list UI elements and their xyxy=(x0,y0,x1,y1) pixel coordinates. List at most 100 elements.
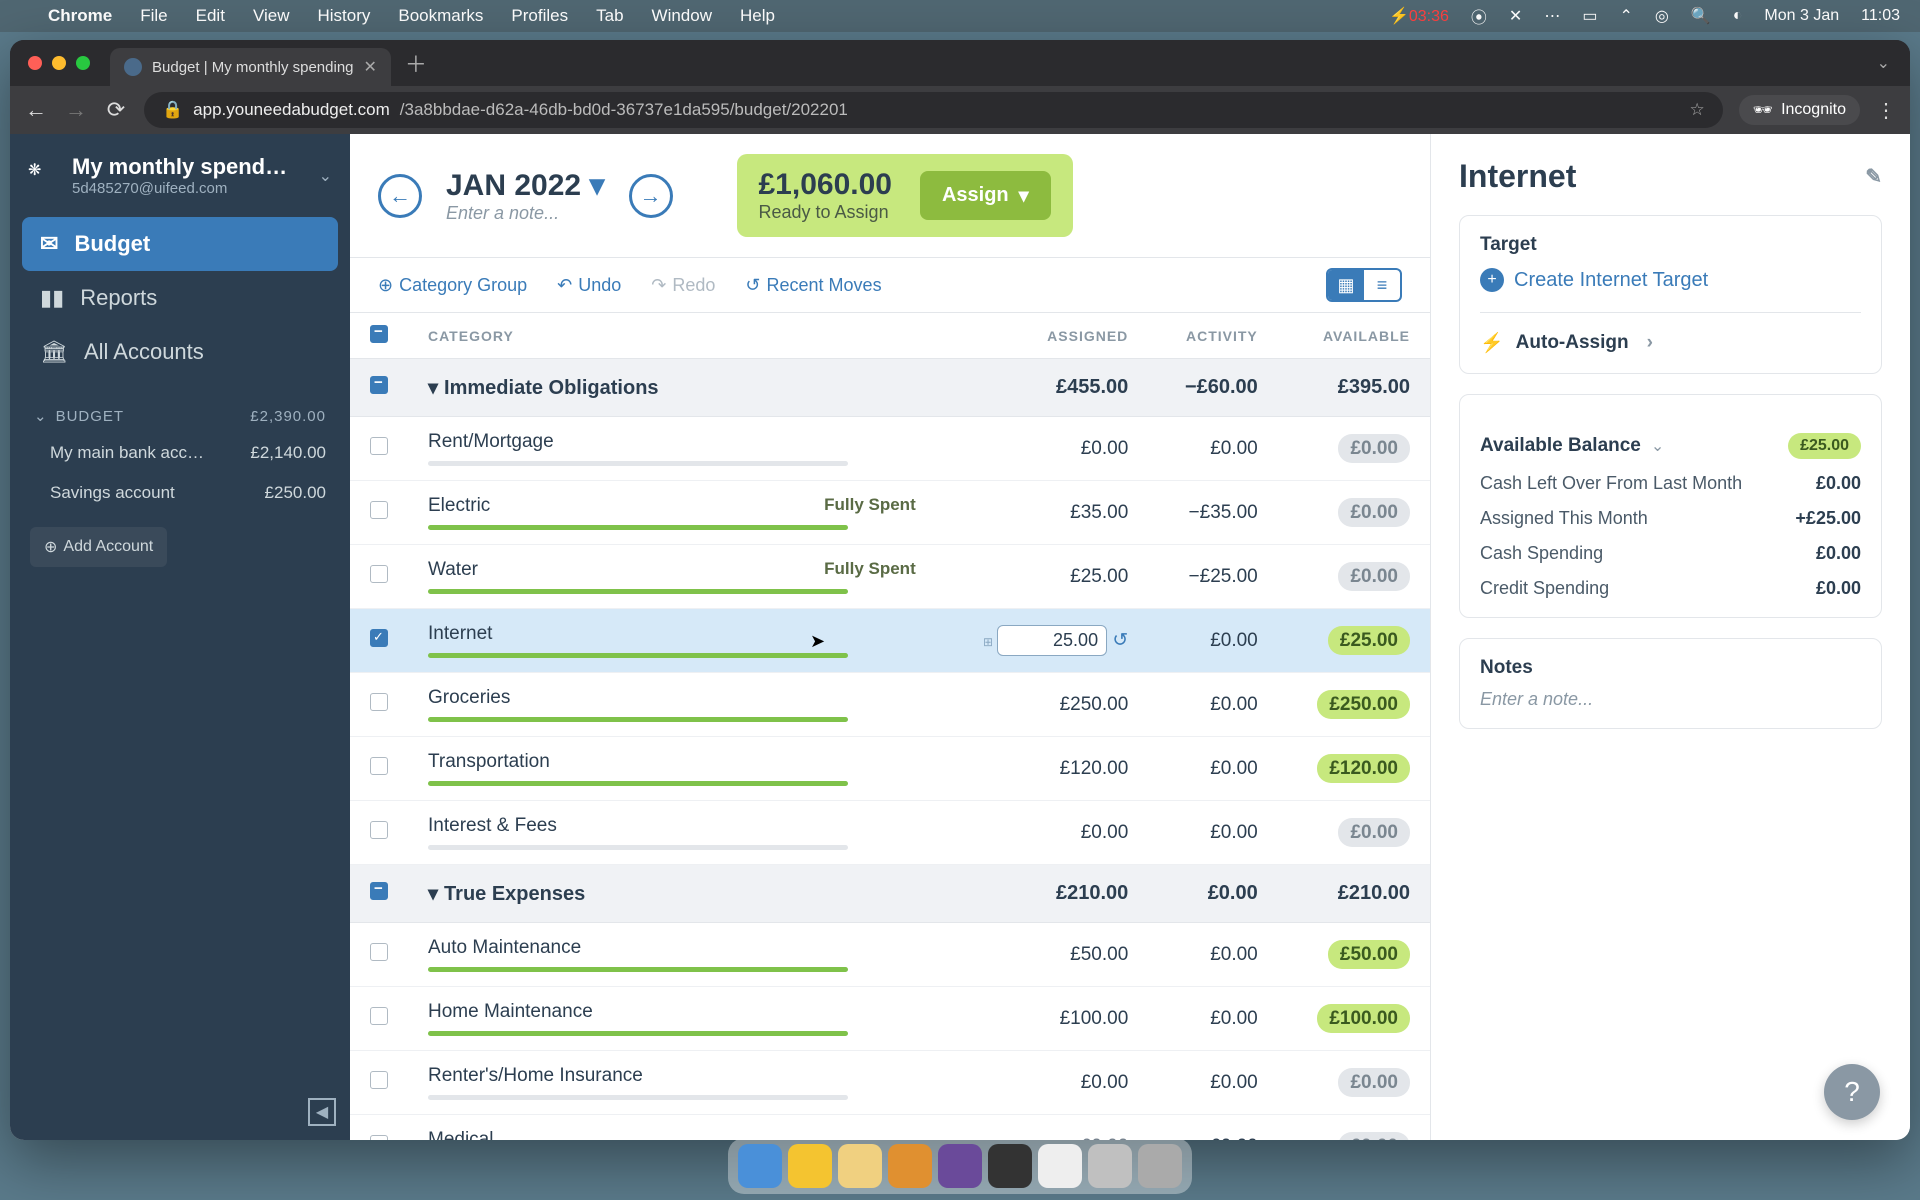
incognito-badge[interactable]: 🕶 Incognito xyxy=(1739,95,1860,125)
available-pill[interactable]: £250.00 xyxy=(1317,690,1410,719)
category-cell[interactable]: Water Fully Spent xyxy=(408,545,936,609)
group-checkbox[interactable] xyxy=(370,376,388,394)
activity-value[interactable]: £0.00 xyxy=(1148,1051,1277,1115)
assigned-value[interactable]: £100.00 xyxy=(1060,1008,1129,1029)
sidebar-collapse-button[interactable]: ◀ xyxy=(308,1098,336,1126)
group-checkbox[interactable] xyxy=(370,882,388,900)
assigned-value[interactable]: £0.00 xyxy=(1081,822,1129,843)
control-center-icon[interactable]: ◎ xyxy=(1655,6,1669,26)
activity-value[interactable]: £0.00 xyxy=(1148,923,1277,987)
category-cell[interactable]: Groceries xyxy=(408,673,936,737)
category-cell[interactable]: Rent/Mortgage xyxy=(408,417,936,481)
budget-switcher[interactable]: ❋ My monthly spend… 5d485270@uifeed.com … xyxy=(10,148,350,211)
available-pill[interactable]: £0.00 xyxy=(1338,562,1410,591)
recent-moves-button[interactable]: ↺Recent Moves xyxy=(745,275,881,296)
new-tab-button[interactable]: ＋ xyxy=(405,47,427,79)
status-icon[interactable]: ⋯ xyxy=(1544,6,1560,26)
list-view-icon[interactable]: ≡ xyxy=(1364,270,1400,300)
dock-app-icon[interactable] xyxy=(738,1144,782,1188)
category-cell[interactable]: Internet xyxy=(408,609,936,673)
assigned-value[interactable]: £250.00 xyxy=(1060,694,1129,715)
create-target-button[interactable]: + Create Internet Target xyxy=(1480,268,1861,292)
category-cell[interactable]: Renter's/Home Insurance xyxy=(408,1051,936,1115)
menu-view[interactable]: View xyxy=(253,6,290,26)
activity-value[interactable]: £0.00 xyxy=(1148,1115,1277,1141)
menu-history[interactable]: History xyxy=(317,6,370,26)
row-checkbox[interactable] xyxy=(370,501,388,519)
auto-assign-button[interactable]: ⚡ Auto-Assign › xyxy=(1480,312,1861,355)
search-icon[interactable]: 🔍 xyxy=(1691,6,1711,26)
category-cell[interactable]: Electric Fully Spent xyxy=(408,481,936,545)
row-checkbox[interactable] xyxy=(370,757,388,775)
available-pill[interactable]: £0.00 xyxy=(1338,434,1410,463)
assign-button[interactable]: Assign ▾ xyxy=(920,171,1051,220)
menu-edit[interactable]: Edit xyxy=(196,6,225,26)
available-pill[interactable]: £50.00 xyxy=(1328,940,1410,969)
available-pill[interactable]: £0.00 xyxy=(1338,1132,1410,1141)
grid-view-icon[interactable]: ▦ xyxy=(1328,270,1364,300)
dock-app-icon[interactable] xyxy=(1038,1144,1082,1188)
row-checkbox[interactable] xyxy=(370,629,388,647)
dock-app-icon[interactable] xyxy=(988,1144,1032,1188)
row-checkbox[interactable] xyxy=(370,693,388,711)
col-assigned[interactable]: ASSIGNED xyxy=(936,313,1149,359)
select-all-checkbox[interactable] xyxy=(370,325,388,343)
undo-button[interactable]: ↶Undo xyxy=(557,275,621,296)
url-input[interactable]: 🔒 app.youneedabudget.com/3a8bbdae-d62a-4… xyxy=(144,92,1723,128)
activity-value[interactable]: −£25.00 xyxy=(1148,545,1277,609)
menu-window[interactable]: Window xyxy=(652,6,712,26)
row-checkbox[interactable] xyxy=(370,943,388,961)
dock-app-icon[interactable] xyxy=(938,1144,982,1188)
add-category-group-button[interactable]: ⊕Category Group xyxy=(378,275,527,296)
col-category[interactable]: CATEGORY xyxy=(408,313,936,359)
reload-button[interactable]: ⟳ xyxy=(104,97,128,123)
assigned-value[interactable]: £120.00 xyxy=(1060,758,1129,779)
month-selector[interactable]: JAN 2022 ▾ xyxy=(446,168,605,203)
view-toggle[interactable]: ▦ ≡ xyxy=(1326,268,1402,302)
category-cell[interactable]: Auto Maintenance xyxy=(408,923,936,987)
account-row[interactable]: My main bank acc… £2,140.00 xyxy=(10,433,350,473)
available-pill[interactable]: £0.00 xyxy=(1338,818,1410,847)
group-name[interactable]: True Expenses xyxy=(444,883,585,905)
browser-tab[interactable]: Budget | My monthly spending ✕ xyxy=(110,48,391,86)
category-cell[interactable]: Transportation xyxy=(408,737,936,801)
window-close-button[interactable] xyxy=(28,56,42,70)
dock-app-icon[interactable] xyxy=(888,1144,932,1188)
assigned-value[interactable]: £50.00 xyxy=(1070,944,1128,965)
group-name[interactable]: Immediate Obligations xyxy=(444,377,658,399)
status-icon[interactable]: ✕ xyxy=(1509,6,1522,26)
assigned-input[interactable] xyxy=(997,625,1107,656)
tabs-dropdown-icon[interactable]: ⌄ xyxy=(1877,53,1910,73)
window-zoom-button[interactable] xyxy=(76,56,90,70)
window-minimize-button[interactable] xyxy=(52,56,66,70)
notes-input[interactable]: Enter a note... xyxy=(1480,689,1861,710)
menubar-date[interactable]: Mon 3 Jan xyxy=(1764,7,1839,25)
dock-app-icon[interactable] xyxy=(838,1144,882,1188)
back-button[interactable]: ← xyxy=(24,97,48,123)
status-icon[interactable]: ⦿ xyxy=(1471,4,1487,28)
forward-button[interactable]: → xyxy=(64,97,88,123)
calculator-icon[interactable]: ⊞ xyxy=(983,635,993,649)
activity-value[interactable]: £0.00 xyxy=(1148,801,1277,865)
category-cell[interactable]: Interest & Fees xyxy=(408,801,936,865)
row-checkbox[interactable] xyxy=(370,1071,388,1089)
available-balance-label[interactable]: Available Balance xyxy=(1480,435,1641,457)
assigned-value[interactable]: £0.00 xyxy=(1081,1072,1129,1093)
col-available[interactable]: AVAILABLE xyxy=(1278,313,1430,359)
row-checkbox[interactable] xyxy=(370,821,388,839)
available-pill[interactable]: £120.00 xyxy=(1317,754,1410,783)
menubar-app[interactable]: Chrome xyxy=(48,6,112,26)
menu-file[interactable]: File xyxy=(140,6,167,26)
activity-value[interactable]: £0.00 xyxy=(1148,417,1277,481)
dock-app-icon[interactable] xyxy=(1088,1144,1132,1188)
edit-icon[interactable]: ✎ xyxy=(1865,164,1882,189)
available-pill[interactable]: £0.00 xyxy=(1338,1068,1410,1097)
bookmark-icon[interactable]: ☆ xyxy=(1690,100,1705,120)
nav-budget[interactable]: ✉ Budget xyxy=(22,217,338,271)
help-button[interactable]: ? xyxy=(1824,1064,1880,1120)
assigned-value[interactable]: £0.00 xyxy=(1081,438,1129,459)
category-cell[interactable]: Medical xyxy=(408,1115,936,1141)
menubar-time[interactable]: 11:03 xyxy=(1861,7,1900,25)
dock-app-icon[interactable] xyxy=(788,1144,832,1188)
browser-menu-button[interactable]: ⋮ xyxy=(1876,98,1896,123)
